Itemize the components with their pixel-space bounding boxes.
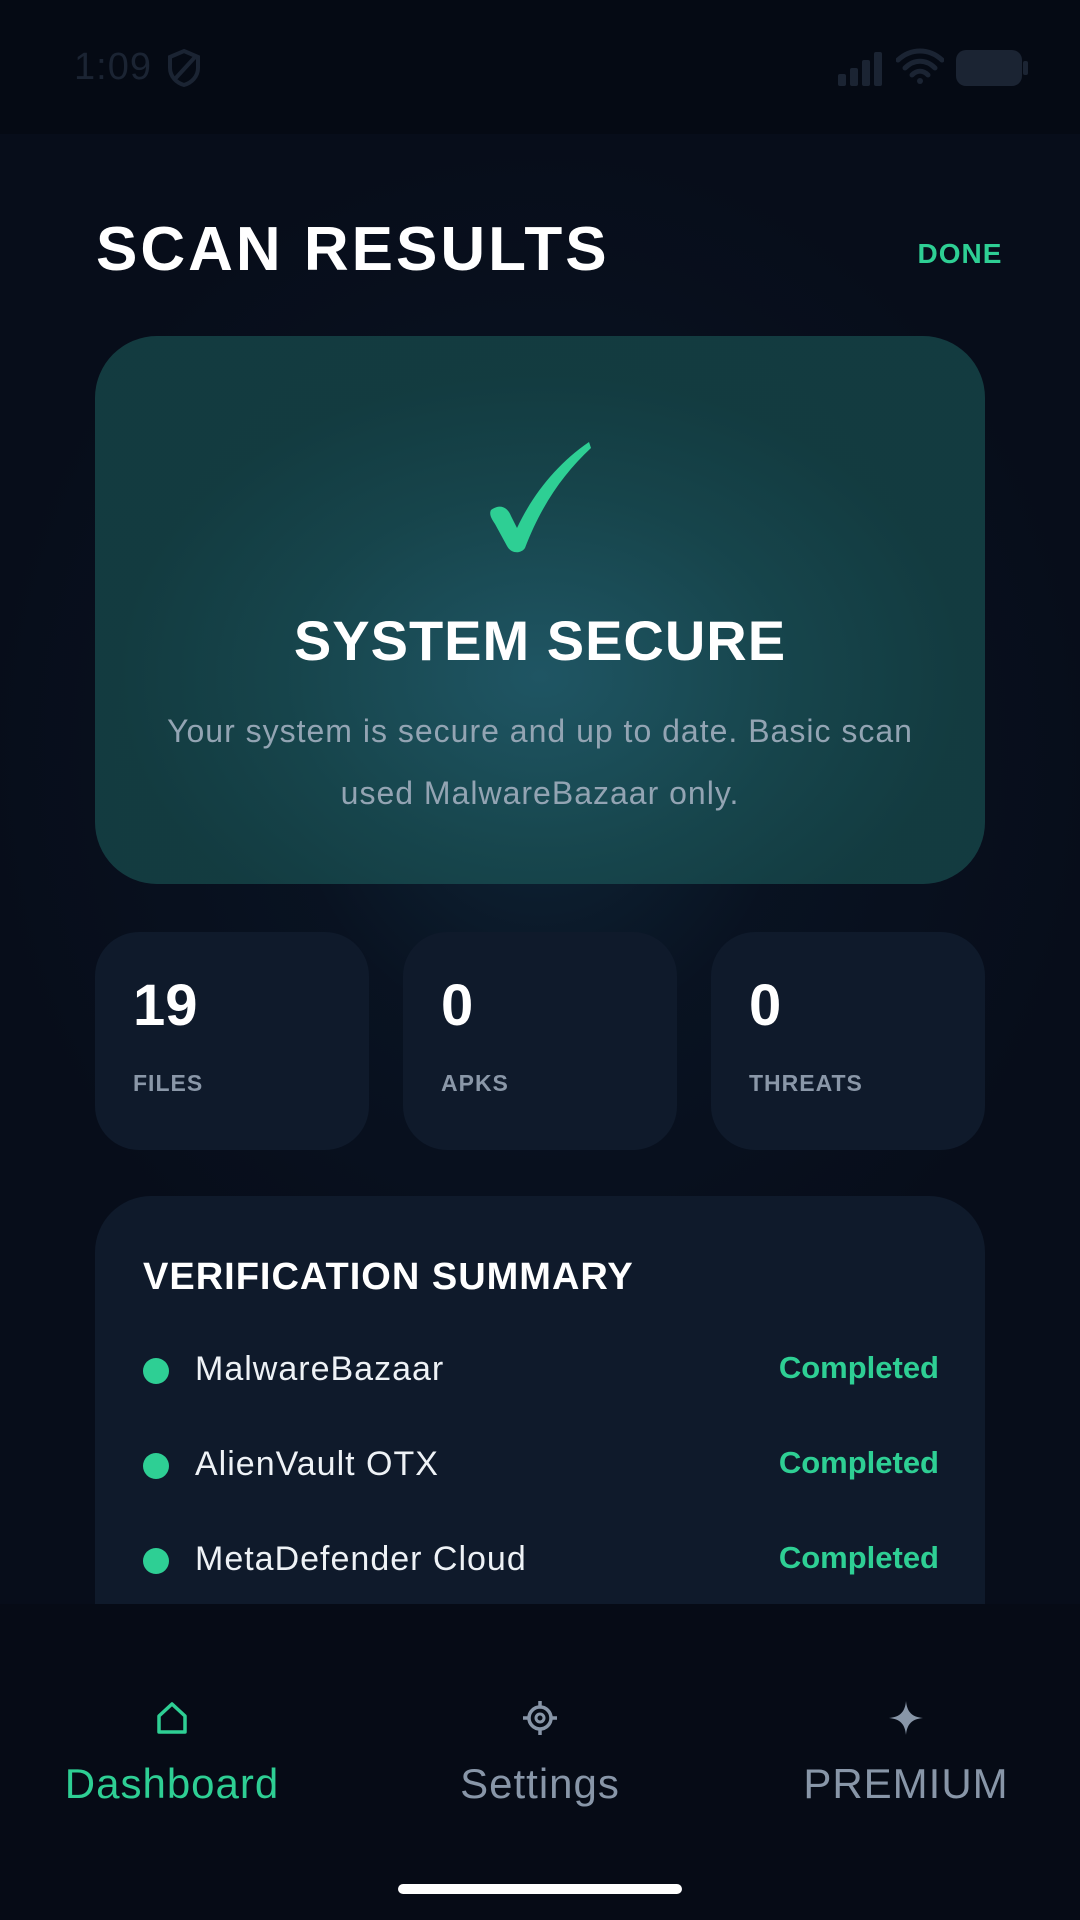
- status-bar: 1:09: [0, 0, 1080, 134]
- status-card: SYSTEM SECURE Your system is secure and …: [95, 336, 985, 884]
- nav-item-dashboard[interactable]: Dashboard: [0, 1700, 352, 1820]
- nav-item-premium[interactable]: PREMIUM: [726, 1700, 1080, 1820]
- verification-summary-card: VERIFICATION SUMMARY MalwareBazaar Compl…: [95, 1196, 985, 1604]
- service-status: Completed: [778, 1350, 939, 1385]
- status-description: Your system is secure and up to date. Ba…: [167, 713, 913, 811]
- service-name: AlienVault OTX: [195, 1445, 439, 1483]
- nav-label: Dashboard: [64, 1760, 280, 1807]
- stat-threats-card: 0 THREATS: [711, 932, 985, 1150]
- wifi-icon: [896, 48, 944, 84]
- stat-label: THREATS: [749, 1070, 863, 1096]
- stat-label: APKS: [441, 1070, 509, 1096]
- shield-icon: [168, 48, 200, 88]
- done-button[interactable]: DONE: [900, 234, 1020, 274]
- scan-results-screen: 1:09 SCAN RESULTS DONE SYSTEM SECURE You…: [0, 0, 1080, 1920]
- service-name: MetaDefender Cloud: [195, 1540, 527, 1578]
- service-name: MalwareBazaar: [195, 1350, 445, 1388]
- service-status: Completed: [778, 1445, 939, 1480]
- status-dot-icon: [143, 1453, 169, 1479]
- stat-value: 19: [133, 973, 198, 1038]
- summary-title: VERIFICATION SUMMARY: [143, 1256, 634, 1298]
- stat-apks-card: 0 APKS: [403, 932, 677, 1150]
- sparkle-icon: [889, 1701, 923, 1735]
- status-dot-icon: [143, 1548, 169, 1574]
- check-icon: [490, 442, 591, 553]
- status-title: SYSTEM SECURE: [293, 609, 787, 672]
- page-title: SCAN RESULTS: [96, 215, 610, 284]
- nav-label: Settings: [460, 1760, 620, 1807]
- stat-value: 0: [441, 973, 474, 1038]
- home-icon: [157, 1702, 187, 1734]
- home-indicator[interactable]: [398, 1884, 682, 1894]
- nav-label: PREMIUM: [803, 1760, 1009, 1807]
- status-dot-icon: [143, 1358, 169, 1384]
- summary-row: AlienVault OTX Completed: [143, 1439, 939, 1491]
- stat-label: FILES: [133, 1070, 204, 1096]
- bottom-nav: Dashboard Settings PREMIUM: [0, 1604, 1080, 1920]
- summary-row: MetaDefender Cloud Completed: [143, 1534, 939, 1586]
- status-time: 1:09: [74, 46, 152, 88]
- battery-icon: [956, 50, 1028, 86]
- stat-files-card: 19 FILES: [95, 932, 369, 1150]
- signal-icon: [838, 52, 882, 86]
- nav-item-settings[interactable]: Settings: [360, 1700, 720, 1820]
- summary-row: MalwareBazaar Completed: [143, 1344, 939, 1396]
- service-status: Completed: [778, 1540, 939, 1575]
- gear-icon: [523, 1701, 557, 1735]
- stat-value: 0: [749, 973, 782, 1038]
